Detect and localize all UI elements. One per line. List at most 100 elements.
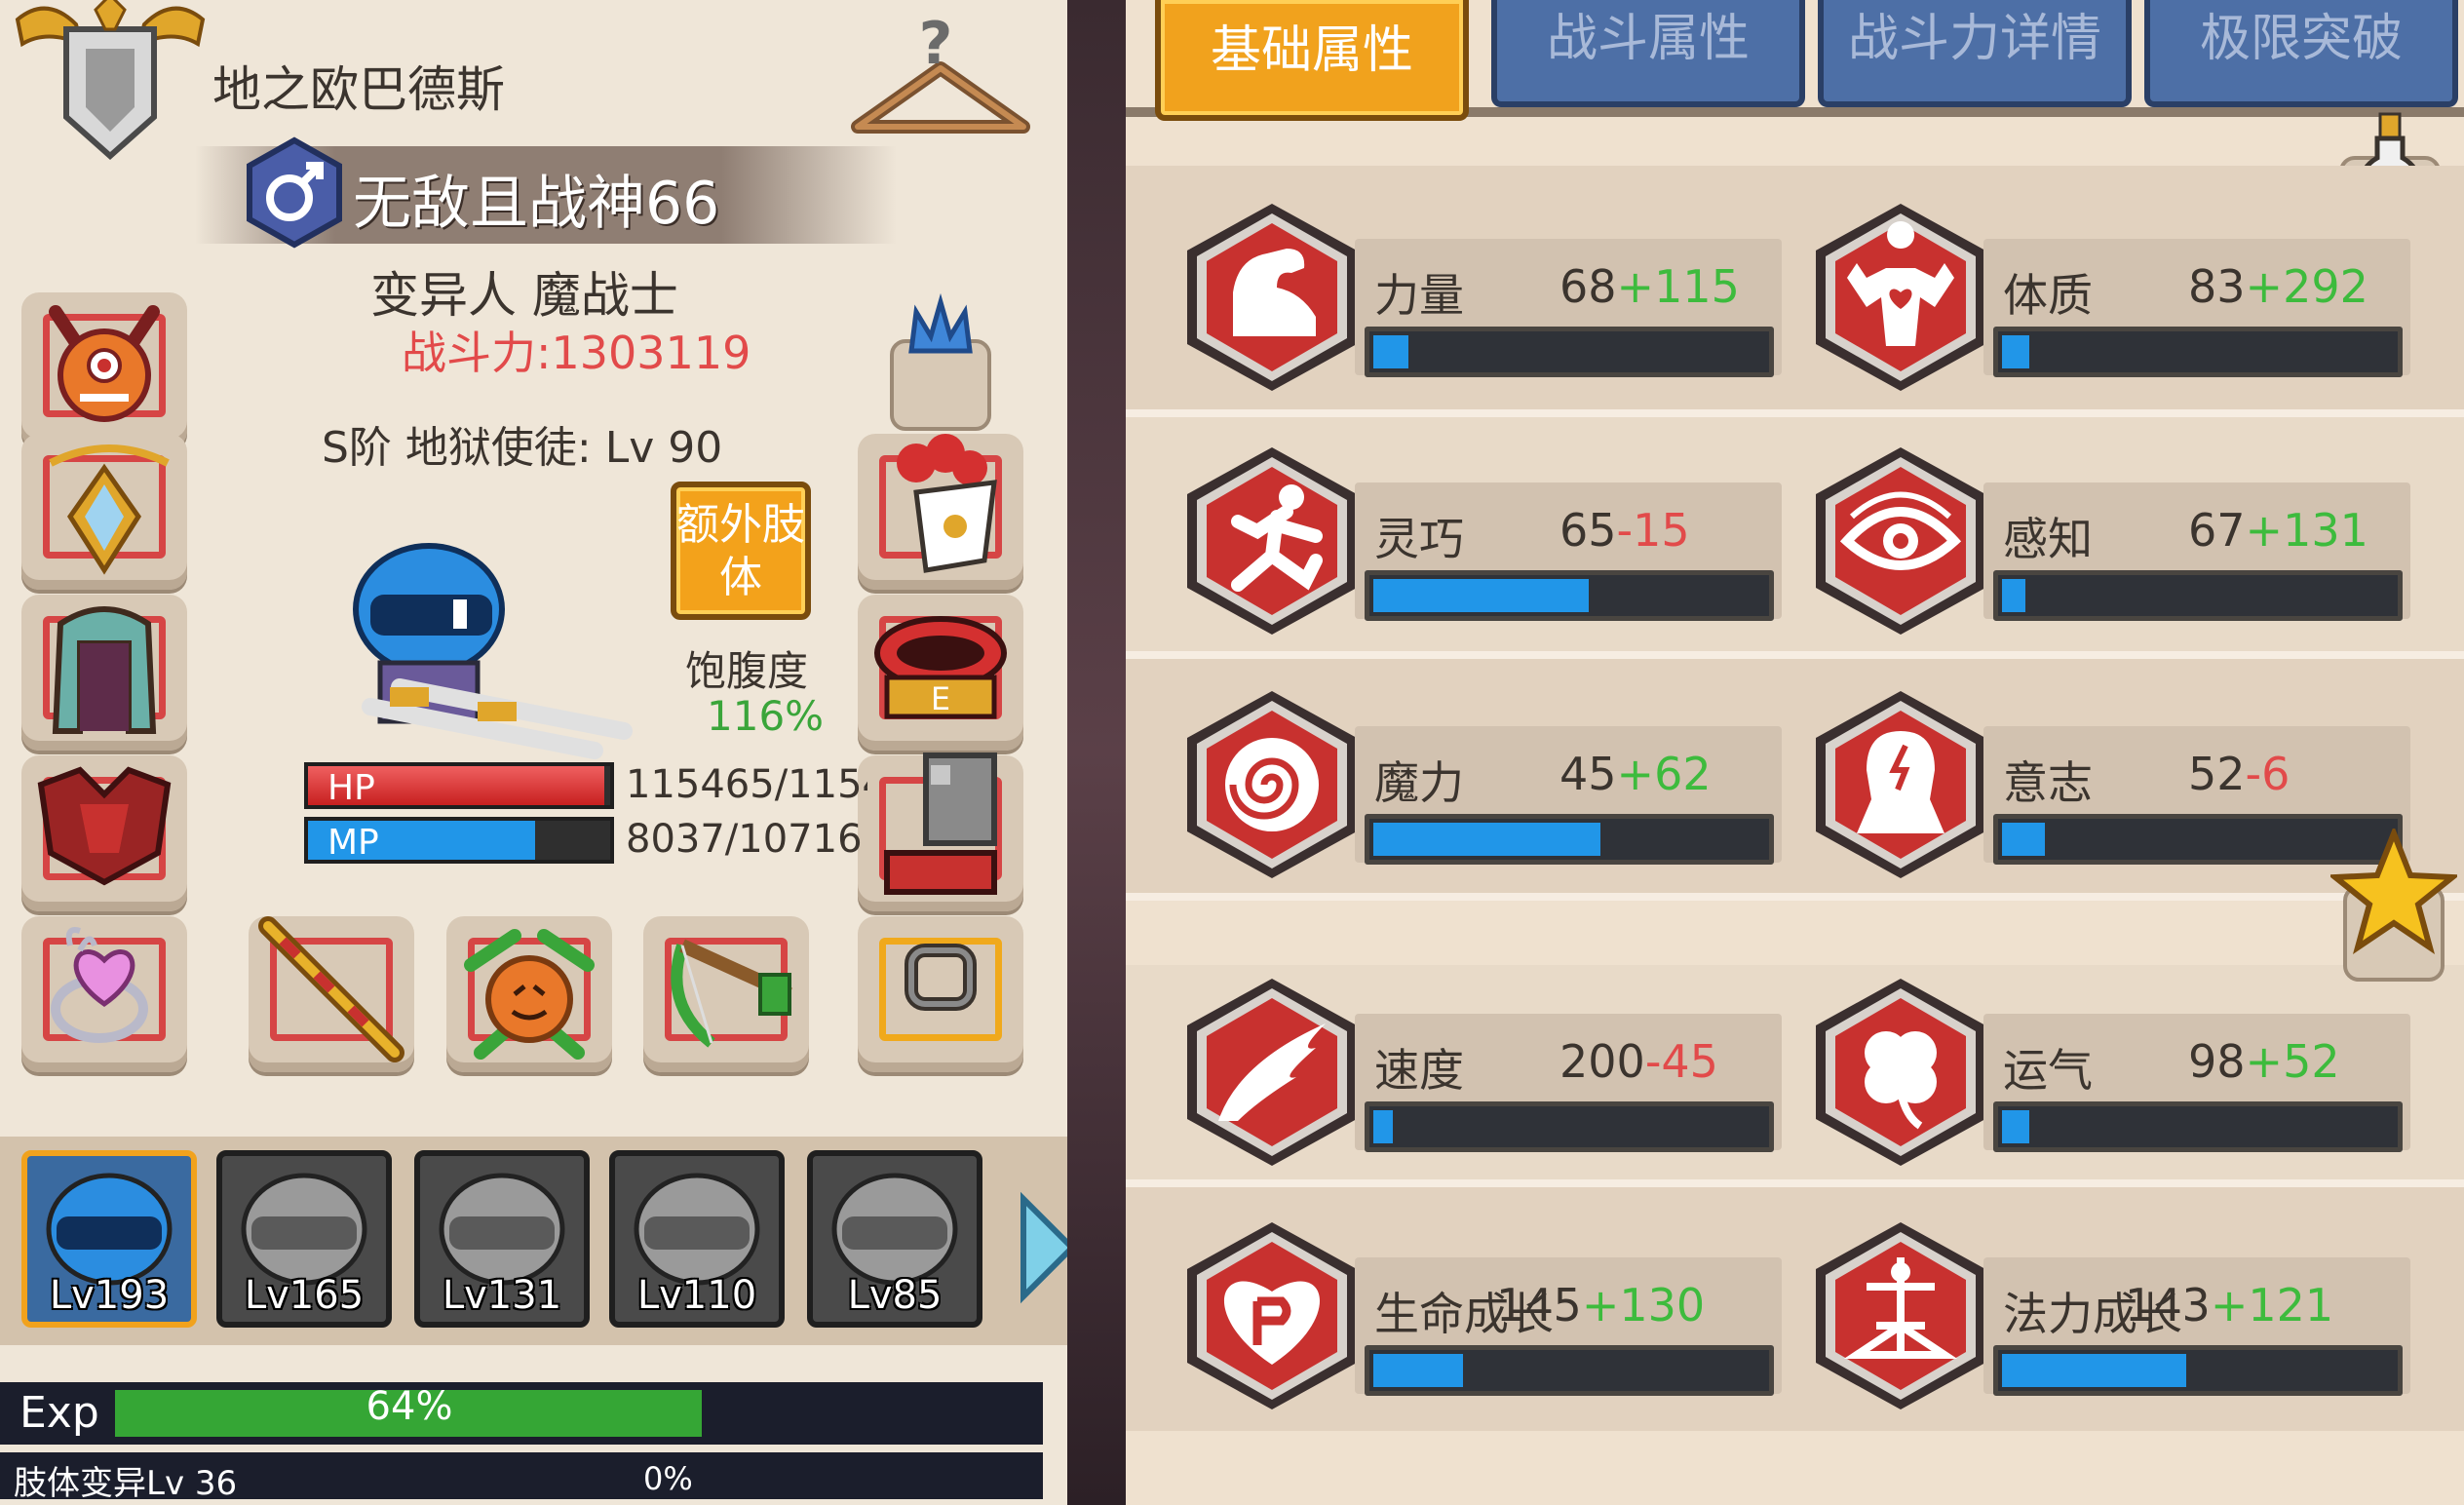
stat-rune[interactable]: 法力成长 143+121 <box>1808 1218 2422 1413</box>
hp-bar: HP <box>304 762 614 809</box>
stats-panel: 基础属性 战斗属性 战斗力详情 极限突破 力量 68+115 体质 83+292 灵巧 6… <box>1126 0 2464 1505</box>
row-separator <box>1126 651 2464 659</box>
stat-bar-fill <box>1373 1354 1463 1387</box>
stat-wing[interactable]: 速度 200-45 <box>1179 975 1793 1170</box>
stat-bonus: +121 <box>2210 1279 2334 1331</box>
equip-slot-ring[interactable] <box>21 916 187 1072</box>
stat-bar <box>1365 814 1774 865</box>
rank-level: S阶 地狱使徒: Lv 90 <box>322 423 723 473</box>
stat-bonus: +292 <box>2245 260 2368 313</box>
guild-name: 地之欧巴德斯 <box>212 61 505 118</box>
cloak-icon <box>52 606 157 734</box>
stat-bar-fill <box>1373 335 1408 368</box>
hero-level: Lv110 <box>636 1273 757 1318</box>
stat-eye[interactable]: 感知 67+131 <box>1808 444 2422 638</box>
equip-slot-crossbow[interactable] <box>643 916 809 1072</box>
hero-card[interactable]: Lv193 <box>21 1150 197 1328</box>
panel-divider <box>1067 0 1126 1505</box>
stat-value: 143+121 <box>2125 1279 2333 1331</box>
stat-bonus: +115 <box>1616 260 1740 313</box>
equip-slot-gloves[interactable] <box>858 434 1023 590</box>
amulet-icon <box>49 444 170 575</box>
equip-slot-cloak[interactable] <box>21 595 187 751</box>
stat-value: 65-15 <box>1559 504 1690 557</box>
svg-text:?: ? <box>919 10 953 78</box>
staff-icon <box>258 916 404 1062</box>
stat-bar-fill <box>1373 1110 1393 1143</box>
body-icon <box>1816 204 1985 391</box>
stat-bar <box>1993 1345 2403 1396</box>
stat-bonus: +52 <box>2245 1035 2340 1088</box>
stat-bar-fill <box>1373 579 1589 612</box>
hp-value: 115465/1154 <box>626 762 867 807</box>
hero-card[interactable]: Lv165 <box>216 1150 392 1328</box>
star-icon[interactable] <box>2330 829 2457 984</box>
stat-heart[interactable]: 生命成长 145+130 <box>1179 1218 1793 1413</box>
hero-card[interactable]: Lv85 <box>807 1150 982 1328</box>
equip-slot-necklace[interactable] <box>21 434 187 590</box>
exp-bar: Exp 64% <box>0 1382 1043 1445</box>
wardrobe-hanger-icon[interactable]: ? <box>838 10 1043 156</box>
exp-label: Exp <box>19 1388 99 1438</box>
ring-icon <box>905 944 977 1011</box>
hero-card[interactable]: Lv110 <box>609 1150 785 1328</box>
stat-bar-fill <box>2002 823 2045 856</box>
equip-slot-boots[interactable] <box>858 752 1023 911</box>
extra-limb-button[interactable]: 额外肢体 <box>671 482 811 620</box>
stat-runner[interactable]: 灵巧 65-15 <box>1179 444 1793 638</box>
stat-name: 速度 <box>1374 1044 1464 1097</box>
tab-combat-attributes[interactable]: 战斗属性 <box>1491 0 1805 107</box>
stat-bonus: -45 <box>1644 1035 1718 1088</box>
equip-slot-accessory[interactable] <box>858 916 1023 1072</box>
stat-name: 体质 <box>2003 269 2093 322</box>
equip-slot-crown[interactable] <box>858 292 1023 431</box>
eye-icon <box>1816 447 1985 635</box>
stat-name: 意志 <box>2003 756 2093 809</box>
equip-slot-belt[interactable]: E <box>858 595 1023 751</box>
hero-card[interactable]: Lv131 <box>414 1150 590 1328</box>
tab-basic-attributes[interactable]: 基础属性 <box>1155 0 1469 121</box>
character-panel: 地之欧巴德斯 ? 无敌且战神66 变异人 魔战士 战斗力:1303119 S阶 … <box>0 0 1077 1505</box>
row-separator <box>1126 1179 2464 1187</box>
heart-icon <box>1187 1222 1357 1409</box>
hero-sprite-icon <box>353 543 633 759</box>
hp-label: HP <box>327 768 375 808</box>
boots-icon <box>884 752 997 895</box>
runner-icon <box>1187 447 1357 635</box>
equip-slot-weapon-staff[interactable] <box>249 916 414 1072</box>
tab-power-details[interactable]: 战斗力详情 <box>1818 0 2132 107</box>
heart-ring-icon <box>51 927 148 1043</box>
stat-base: 45 <box>1559 748 1617 800</box>
limb-mutation-percent: 0% <box>643 1460 693 1497</box>
guild-emblem-icon[interactable] <box>8 0 212 161</box>
stat-spiral[interactable]: 魔力 45+62 <box>1179 687 1793 882</box>
stat-body[interactable]: 体质 83+292 <box>1808 200 2422 395</box>
race-class: 变异人 魔战士 <box>370 267 678 324</box>
equip-slot-pumpkin[interactable] <box>446 916 612 1072</box>
svg-text:E: E <box>931 680 950 717</box>
stat-bonus: -15 <box>1616 504 1690 557</box>
stat-name: 运气 <box>2003 1044 2093 1097</box>
stat-clover[interactable]: 运气 98+52 <box>1808 975 2422 1170</box>
stat-name: 魔力 <box>1374 756 1464 809</box>
stat-bar-fill <box>2002 335 2029 368</box>
tab-limit-break[interactable]: 极限突破 <box>2144 0 2458 107</box>
head-icon <box>1816 691 1985 878</box>
stat-base: 98 <box>2188 1035 2246 1088</box>
player-name: 无敌且战神66 <box>353 170 720 238</box>
stat-value: 145+130 <box>1496 1279 1705 1331</box>
hero-level: Lv165 <box>244 1273 365 1318</box>
limb-mutation-bar: 肢体变异Lv 36 0% <box>0 1452 1043 1503</box>
glove-icon <box>897 434 997 573</box>
armor-icon <box>37 766 172 886</box>
stat-bonus: +131 <box>2245 504 2368 557</box>
hero-level: Lv85 <box>847 1273 943 1318</box>
stat-base: 145 <box>1496 1279 1582 1331</box>
exp-percent: 64% <box>366 1384 453 1429</box>
stat-arm[interactable]: 力量 68+115 <box>1179 200 1793 395</box>
crossbow-icon <box>671 939 792 1048</box>
stat-name: 灵巧 <box>1374 513 1464 565</box>
equip-slot-armor[interactable] <box>21 755 187 911</box>
hero-level: Lv193 <box>49 1273 170 1318</box>
stat-bonus: -6 <box>2245 748 2291 800</box>
